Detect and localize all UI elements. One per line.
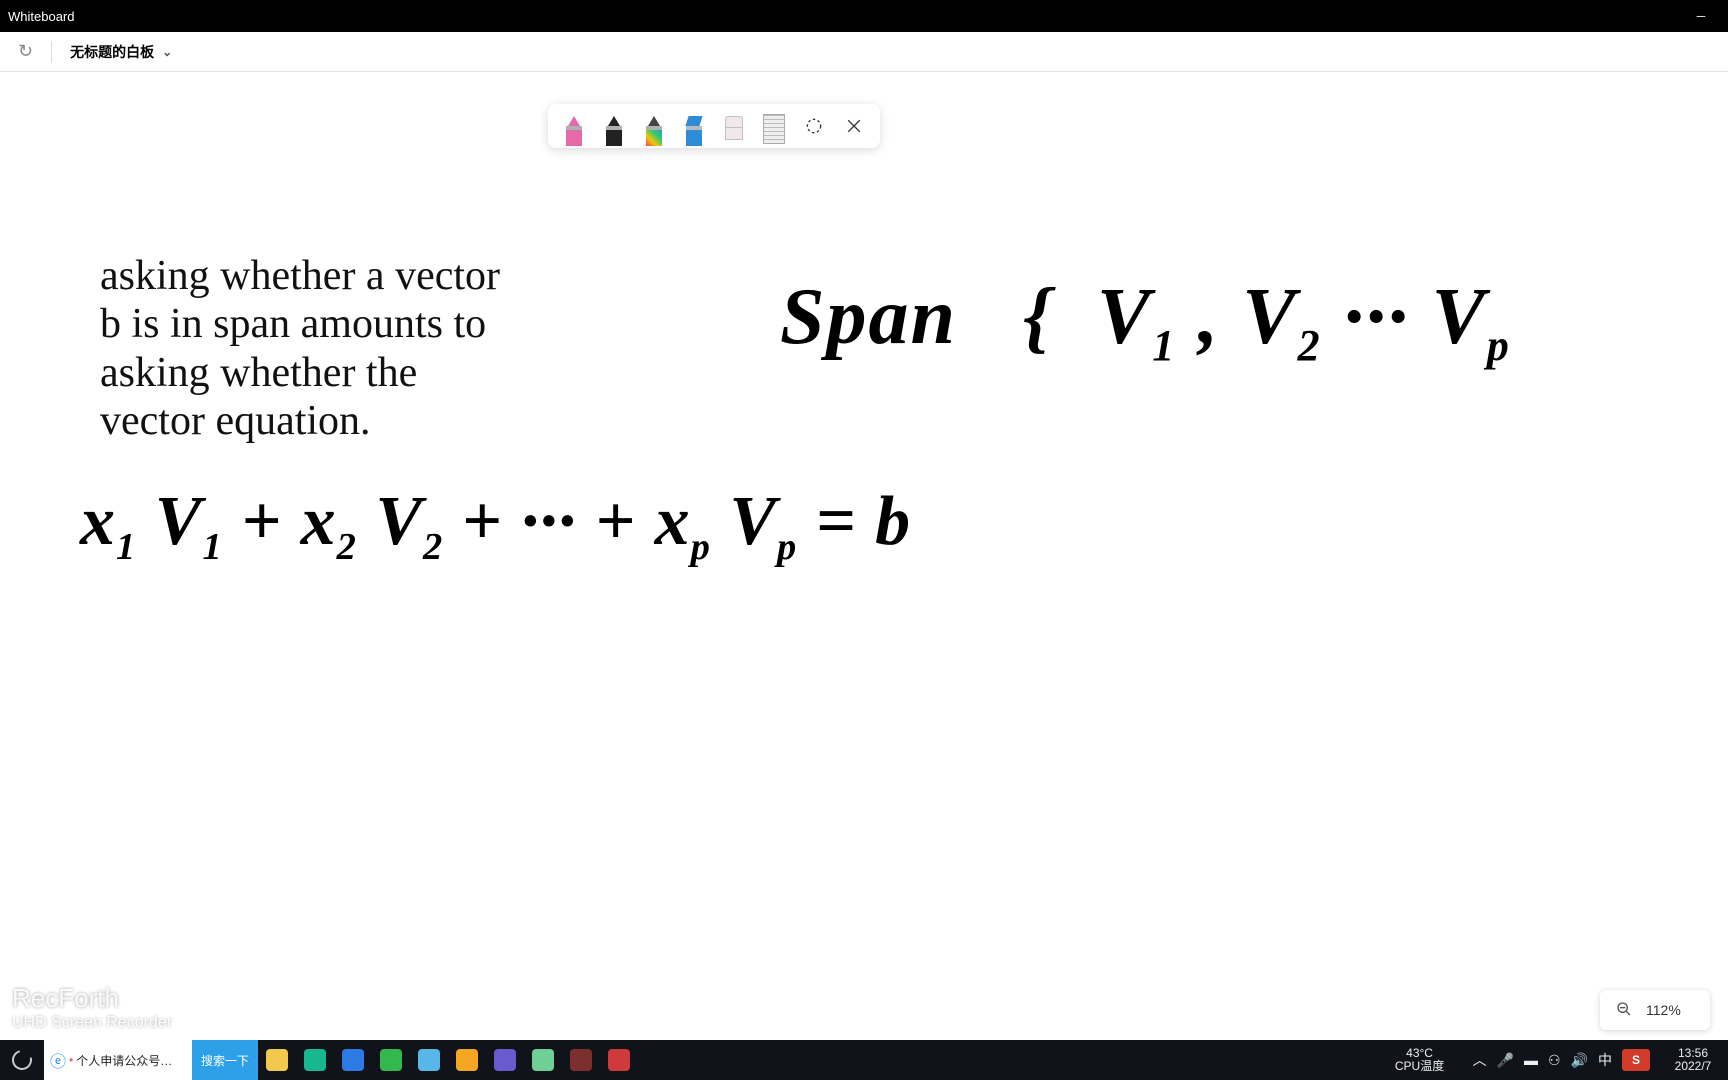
task-rec-icon[interactable] <box>562 1049 600 1071</box>
app-header: ↻ 无标题的白板 ⌄ <box>0 32 1728 72</box>
taskbar-pinned-group <box>258 1040 638 1080</box>
taskbar-clock[interactable]: 13:56 2022/7 <box>1658 1040 1728 1080</box>
header-divider <box>51 41 52 63</box>
ie-icon: ⓔ <box>50 1048 66 1072</box>
task-app6-icon[interactable] <box>486 1049 524 1071</box>
redo-button[interactable]: ↻ <box>18 41 33 62</box>
watermark-subtitle: UHD Screen Recorder <box>12 1014 172 1032</box>
taskbar-search[interactable]: 搜索一下 <box>192 1040 258 1080</box>
window-title: Whiteboard <box>8 9 74 24</box>
start-button[interactable] <box>0 1040 44 1080</box>
taskbar-temperature[interactable]: 43°C CPU温度 <box>1375 1040 1465 1080</box>
zoom-out-icon[interactable] <box>1616 1001 1632 1020</box>
temp-label: CPU温度 <box>1395 1060 1444 1073</box>
handwriting-span-set[interactable]: Span { V1 , V2 ··· Vp <box>780 272 1511 371</box>
mic-icon[interactable]: 🎤 <box>1497 1052 1514 1069</box>
task-app4-icon[interactable] <box>410 1049 448 1071</box>
task-wechat-icon[interactable] <box>524 1049 562 1071</box>
recorder-watermark: RecForth UHD Screen Recorder <box>12 983 172 1032</box>
search-label: 搜索一下 <box>201 1052 249 1069</box>
wifi-icon[interactable]: ⚇ <box>1548 1052 1561 1069</box>
watermark-title: RecForth <box>12 983 172 1014</box>
ime-brand-icon[interactable]: S <box>1622 1049 1650 1071</box>
board-name-label: 无标题的白板 <box>70 42 154 62</box>
task-app3-icon[interactable] <box>372 1049 410 1071</box>
task-files-icon[interactable] <box>258 1049 296 1071</box>
handwriting-equation[interactable]: x1 V1 + x2 V2 + ··· + xp Vp = b <box>80 482 911 569</box>
ime-indicator[interactable]: 中 <box>1598 1050 1612 1070</box>
zoom-control[interactable]: 112% <box>1600 990 1710 1030</box>
task-cam-icon[interactable] <box>600 1049 638 1071</box>
taskbar-ie-task[interactable]: ⓔ • 个人申请公众号… <box>44 1040 192 1080</box>
task-app2-icon[interactable] <box>334 1049 372 1071</box>
task-app1-icon[interactable] <box>296 1049 334 1071</box>
typed-text-block[interactable]: asking whether a vector b is in span amo… <box>100 252 620 445</box>
task-app5-icon[interactable] <box>448 1049 486 1071</box>
ie-task-label: 个人申请公众号… <box>76 1052 172 1069</box>
volume-icon[interactable]: 🔊 <box>1571 1052 1588 1069</box>
whiteboard-canvas[interactable]: asking whether a vector b is in span amo… <box>0 72 1728 1040</box>
chevron-down-icon: ⌄ <box>162 45 172 59</box>
clock-date: 2022/7 <box>1675 1060 1712 1073</box>
system-tray: ︿ 🎤 ▬ ⚇ 🔊 中 S <box>1465 1040 1658 1080</box>
board-name-dropdown[interactable]: 无标题的白板 ⌄ <box>70 42 172 62</box>
minimize-button[interactable]: ─ <box>1686 9 1716 23</box>
battery-icon[interactable]: ▬ <box>1524 1052 1538 1068</box>
taskbar: ⓔ • 个人申请公众号… 搜索一下 43°C CPU温度 ︿ 🎤 ▬ ⚇ 🔊 中… <box>0 1040 1728 1080</box>
tray-overflow-icon[interactable]: ︿ <box>1473 1050 1487 1070</box>
zoom-level-label: 112% <box>1646 1002 1681 1018</box>
window-titlebar: Whiteboard ─ <box>0 0 1728 32</box>
